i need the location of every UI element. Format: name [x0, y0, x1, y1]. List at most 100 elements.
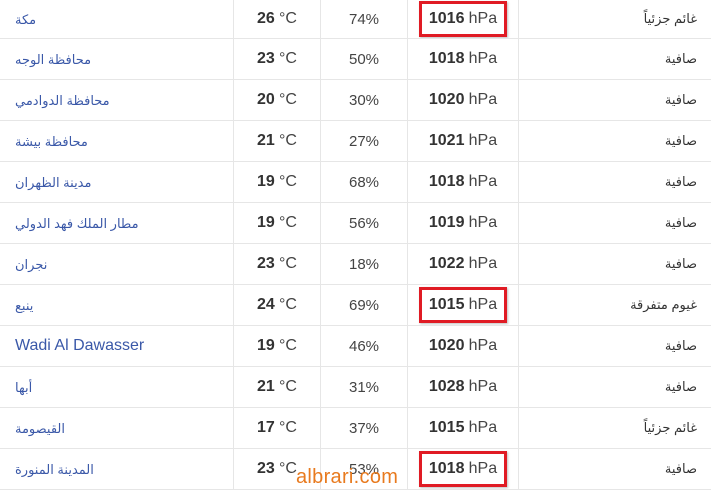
temperature-unit: °C — [279, 132, 297, 149]
table-row: محافظة بيشة 21 °C 27% 1021 hPa صافية — [0, 120, 711, 162]
pressure-box: 1019 hPa — [419, 205, 507, 241]
humidity-cell: 30% — [320, 79, 408, 121]
condition-text: صافية — [664, 461, 697, 476]
pressure-value: 1022 — [428, 255, 465, 272]
pressure-unit: hPa — [468, 132, 498, 149]
pressure-value: 1018 — [428, 460, 465, 477]
city-cell: مكة — [0, 0, 234, 39]
pressure-cell: 1015 hPa — [407, 407, 519, 449]
city-link[interactable]: مدينة الظهران — [15, 175, 91, 190]
pressure-value: 1020 — [428, 91, 465, 108]
pressure-box: 1021 hPa — [419, 123, 507, 159]
condition-cell: صافية — [518, 202, 711, 244]
pressure-unit: hPa — [468, 173, 498, 190]
humidity-value: 31% — [348, 378, 380, 396]
temperature-value: 19 — [257, 173, 275, 190]
humidity-cell: 69% — [320, 284, 408, 326]
condition-cell: صافية — [518, 325, 711, 367]
table-row: محافظة الدوادمي 20 °C 30% 1020 hPa صافية — [0, 79, 711, 121]
temperature-cell: 17 °C — [233, 407, 321, 449]
pressure-box: 1028 hPa — [419, 369, 507, 405]
humidity-value: 68% — [348, 173, 380, 191]
temperature-value: 21 — [257, 378, 275, 395]
humidity-cell: 37% — [320, 407, 408, 449]
temperature-cell: 23 °C — [233, 243, 321, 285]
table-row: ينبع 24 °C 69% 1015 hPa غيوم متفرقة — [0, 284, 711, 326]
city-link[interactable]: محافظة الدوادمي — [15, 93, 110, 108]
humidity-value: 50% — [348, 50, 380, 68]
pressure-value: 1020 — [428, 337, 465, 354]
city-link[interactable]: مطار الملك فهد الدولي — [15, 216, 139, 231]
humidity-cell: 56% — [320, 202, 408, 244]
temperature-unit: °C — [279, 214, 297, 231]
humidity-value: 30% — [348, 91, 380, 109]
pressure-value: 1019 — [428, 214, 465, 231]
temperature-cell: 20 °C — [233, 79, 321, 121]
temperature-value: 17 — [257, 419, 275, 436]
pressure-cell: 1018 hPa — [407, 161, 519, 203]
pressure-cell: 1015 hPa — [407, 284, 519, 326]
table-row: مدينة الظهران 19 °C 68% 1018 hPa صافية — [0, 161, 711, 203]
pressure-box: 1022 hPa — [419, 246, 507, 282]
condition-cell: صافية — [518, 161, 711, 203]
city-cell: محافظة بيشة — [0, 120, 234, 162]
condition-text: صافية — [664, 51, 697, 66]
temperature-value: 23 — [257, 50, 275, 67]
humidity-cell: 18% — [320, 243, 408, 285]
humidity-value: 74% — [348, 10, 380, 28]
pressure-box: 1018 hPa — [418, 451, 508, 487]
humidity-cell: 27% — [320, 120, 408, 162]
condition-text: صافية — [664, 174, 697, 189]
city-link[interactable]: Wadi Al Dawasser — [15, 337, 144, 354]
temperature-unit: °C — [279, 255, 297, 272]
pressure-unit: hPa — [468, 419, 498, 436]
table-row: القيصومة 17 °C 37% 1015 hPa غائم جزئياً — [0, 407, 711, 449]
city-cell: مدينة الظهران — [0, 161, 234, 203]
city-link[interactable]: المدينة المنورة — [15, 462, 94, 477]
city-cell: محافظة الدوادمي — [0, 79, 234, 121]
city-link[interactable]: مكة — [15, 12, 36, 27]
humidity-value: 27% — [348, 132, 380, 150]
temperature-unit: °C — [279, 10, 297, 27]
temperature-cell: 23 °C — [233, 38, 321, 80]
condition-cell: صافية — [518, 243, 711, 285]
pressure-value: 1028 — [428, 378, 465, 395]
humidity-value: 56% — [348, 214, 380, 232]
pressure-cell: 1018 hPa — [407, 448, 519, 490]
city-cell: محافظة الوجه — [0, 38, 234, 80]
city-cell: Wadi Al Dawasser — [0, 325, 234, 367]
condition-text: غائم جزئياً — [643, 420, 697, 435]
city-cell: ينبع — [0, 284, 234, 326]
humidity-value: 69% — [348, 296, 380, 314]
pressure-box: 1015 hPa — [419, 410, 507, 446]
pressure-value: 1021 — [428, 132, 465, 149]
pressure-cell: 1018 hPa — [407, 38, 519, 80]
humidity-cell: 74% — [320, 0, 408, 39]
weather-table: مكة 26 °C 74% 1016 hPa غائم جزئياً محافظ… — [0, 0, 711, 490]
pressure-box: 1020 hPa — [419, 82, 507, 118]
pressure-cell: 1020 hPa — [407, 79, 519, 121]
pressure-value: 1015 — [428, 419, 465, 436]
city-link[interactable]: نجران — [15, 257, 47, 272]
humidity-value: 46% — [348, 337, 380, 355]
pressure-value: 1015 — [428, 296, 465, 313]
pressure-unit: hPa — [468, 296, 498, 313]
pressure-unit: hPa — [468, 91, 498, 108]
pressure-unit: hPa — [468, 460, 498, 477]
city-link[interactable]: محافظة بيشة — [15, 134, 88, 149]
temperature-cell: 19 °C — [233, 325, 321, 367]
city-link[interactable]: أبها — [15, 380, 32, 395]
condition-cell: غائم جزئياً — [518, 407, 711, 449]
condition-cell: غائم جزئياً — [518, 0, 711, 39]
city-link[interactable]: محافظة الوجه — [15, 52, 91, 67]
condition-text: صافية — [664, 133, 697, 148]
city-link[interactable]: ينبع — [15, 298, 33, 313]
condition-cell: صافية — [518, 38, 711, 80]
condition-text: صافية — [664, 215, 697, 230]
temperature-value: 23 — [257, 460, 275, 477]
pressure-cell: 1019 hPa — [407, 202, 519, 244]
temperature-unit: °C — [279, 296, 297, 313]
pressure-box: 1015 hPa — [418, 287, 508, 323]
city-link[interactable]: القيصومة — [15, 421, 65, 436]
temperature-unit: °C — [279, 419, 297, 436]
